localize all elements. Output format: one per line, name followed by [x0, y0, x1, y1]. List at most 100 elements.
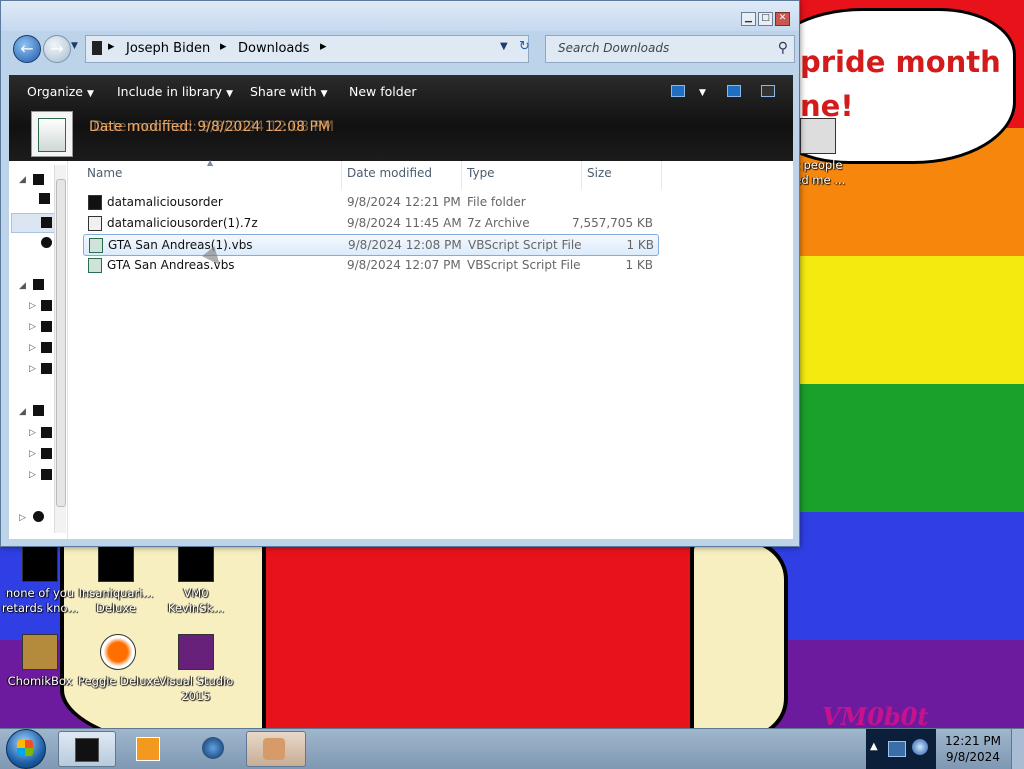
desktop-icon[interactable]: VM0 KevinSk... — [156, 546, 236, 616]
desktop-icon[interactable]: none of you retards kno... — [0, 546, 80, 616]
app-icon — [263, 738, 285, 760]
address-bar[interactable]: ▸ Joseph Biden ▸ Downloads ▸ ▼ — [85, 35, 529, 63]
column-header-date-modified[interactable]: Date modified — [347, 166, 432, 180]
library-music-icon[interactable] — [41, 321, 52, 332]
breadcrumb-separator-icon[interactable]: ▸ — [320, 39, 327, 54]
recent-places-icon[interactable] — [41, 237, 52, 248]
archive-icon — [88, 216, 102, 231]
preview-pane-icon[interactable] — [727, 85, 741, 97]
clock-time: 12:21 PM — [945, 734, 1001, 748]
application-icon — [178, 546, 214, 582]
drive-icon[interactable] — [41, 448, 52, 459]
show-desktop-button[interactable] — [1011, 729, 1024, 769]
breadcrumb-separator-icon[interactable]: ▸ — [220, 39, 227, 54]
desktop-icon-label: none of you retards kno... — [1, 586, 79, 615]
search-box[interactable]: Search Downloads ⚲ — [545, 35, 795, 63]
change-view-icon[interactable] — [671, 85, 685, 97]
search-icon[interactable]: ⚲ — [778, 40, 788, 56]
library-pictures-icon[interactable] — [41, 342, 52, 353]
breadcrumb-separator-icon[interactable]: ▸ — [108, 39, 115, 54]
show-hidden-icons-button[interactable]: ▲ — [870, 741, 878, 752]
file-type: 7z Archive — [467, 216, 530, 230]
drive-icon[interactable] — [41, 427, 52, 438]
minimize-button[interactable]: ▁ — [741, 12, 756, 26]
cartoon-shirt — [262, 540, 700, 728]
downloads-icon[interactable] — [41, 217, 52, 228]
content-area: ◢ ◢ ▷ ▷ ▷ ▷ ◢ ▷ ▷ ▷ ▷ ▲ Name Date modifi… — [9, 158, 793, 539]
file-row[interactable]: datamaliciousorder(1).7z 9/8/2024 11:45 … — [83, 213, 657, 233]
desktop-icon[interactable]: Insaniquari... Deluxe — [76, 546, 156, 616]
expand-arrow-icon[interactable]: ◢ — [19, 407, 26, 417]
navigation-pane[interactable]: ◢ ◢ ▷ ▷ ▷ ▷ ◢ ▷ ▷ ▷ ▷ — [9, 161, 68, 539]
column-divider[interactable] — [461, 161, 462, 189]
desktop-icon[interactable]: ChomikBox — [0, 634, 80, 689]
expand-arrow-icon[interactable]: ▷ — [29, 322, 36, 332]
system-clock[interactable]: 12:21 PM 9/8/2024 — [936, 733, 1010, 765]
forward-button[interactable]: → — [43, 35, 71, 63]
expand-arrow-icon[interactable]: ▷ — [29, 428, 36, 438]
include-in-library-menu[interactable]: Include in library ▼ — [117, 84, 233, 99]
view-options-dropdown-icon[interactable]: ▼ — [695, 83, 706, 98]
network-icon[interactable] — [33, 511, 44, 522]
desktop-icon[interactable]: Peggle Deluxe — [78, 634, 160, 689]
file-row-selected[interactable]: GTA San Andreas(1).vbs 9/8/2024 12:08 PM… — [83, 234, 659, 256]
media-player-icon — [136, 737, 160, 761]
file-name: GTA San Andreas(1).vbs — [108, 238, 253, 252]
drive-icon[interactable] — [41, 469, 52, 480]
expand-arrow-icon[interactable]: ▷ — [29, 449, 36, 459]
maximize-button[interactable]: □ — [758, 12, 773, 26]
new-folder-button[interactable]: New folder — [349, 84, 417, 99]
chevron-down-icon: ▼ — [226, 89, 233, 99]
refresh-icon[interactable]: ↻ — [519, 39, 530, 54]
navigation-pane-scrollbar[interactable] — [54, 165, 66, 533]
breadcrumb-item[interactable]: Joseph Biden — [126, 41, 210, 56]
expand-arrow-icon[interactable]: ◢ — [19, 175, 26, 185]
vbs-script-icon — [88, 258, 102, 273]
column-header-size[interactable]: Size — [587, 166, 612, 180]
computer-icon[interactable] — [33, 405, 44, 416]
recent-pages-dropdown-icon[interactable]: ▼ — [71, 41, 78, 51]
taskbar-explorer-button[interactable] — [58, 731, 116, 767]
desktop-icon[interactable]: Visual Studio 2015 — [156, 634, 236, 704]
column-divider[interactable] — [581, 161, 582, 189]
organize-menu[interactable]: Organize ▼ — [27, 84, 94, 99]
expand-arrow-icon[interactable]: ▷ — [29, 301, 36, 311]
favorites-icon[interactable] — [33, 174, 44, 185]
file-row[interactable]: datamaliciousorder 9/8/2024 12:21 PM Fil… — [83, 192, 657, 212]
back-button[interactable]: ← — [13, 35, 41, 63]
expand-arrow-icon[interactable]: ▷ — [19, 513, 26, 523]
breadcrumb-item[interactable]: Downloads — [238, 41, 309, 56]
taskbar-browser-button[interactable] — [186, 731, 242, 765]
network-tray-icon[interactable] — [888, 741, 906, 757]
file-size: 1 KB — [625, 258, 653, 272]
library-videos-icon[interactable] — [41, 363, 52, 374]
column-divider[interactable] — [341, 161, 342, 189]
expand-arrow-icon[interactable]: ▷ — [29, 364, 36, 374]
expand-arrow-icon[interactable]: ▷ — [29, 470, 36, 480]
scrollbar-thumb[interactable] — [56, 179, 66, 507]
desktop-icon[interactable] — [39, 193, 50, 204]
start-button[interactable] — [6, 729, 46, 769]
share-with-menu[interactable]: Share with ▼ — [250, 84, 328, 99]
library-documents-icon[interactable] — [41, 300, 52, 311]
help-icon[interactable] — [761, 85, 775, 97]
file-row[interactable]: GTA San Andreas.vbs 9/8/2024 12:07 PM VB… — [83, 255, 657, 275]
column-header-type[interactable]: Type — [467, 166, 495, 180]
column-header-name[interactable]: Name — [87, 166, 122, 180]
explorer-window: ▁ □ ✕ ← → ▼ ▸ Joseph Biden ▸ Downloads ▸… — [0, 0, 800, 547]
file-size: 7,557,705 KB — [572, 216, 653, 230]
volume-tray-icon[interactable] — [912, 739, 928, 755]
libraries-icon[interactable] — [33, 279, 44, 290]
details-pane-text: Date modified: 9/8/2024 12:08 PM — [89, 119, 331, 135]
address-dropdown-icon[interactable]: ▼ — [500, 41, 508, 52]
close-button[interactable]: ✕ — [775, 12, 790, 26]
file-date: 9/8/2024 12:21 PM — [347, 195, 461, 209]
browser-icon — [202, 737, 224, 759]
expand-arrow-icon[interactable]: ▷ — [29, 343, 36, 353]
window-titlebar[interactable]: ▁ □ ✕ — [1, 1, 799, 31]
expand-arrow-icon[interactable]: ◢ — [19, 281, 26, 291]
desktop-icon-label: ChomikBox — [7, 674, 73, 688]
taskbar-app-button[interactable] — [246, 731, 306, 767]
column-divider[interactable] — [661, 161, 662, 189]
taskbar-media-player-button[interactable] — [120, 731, 176, 765]
